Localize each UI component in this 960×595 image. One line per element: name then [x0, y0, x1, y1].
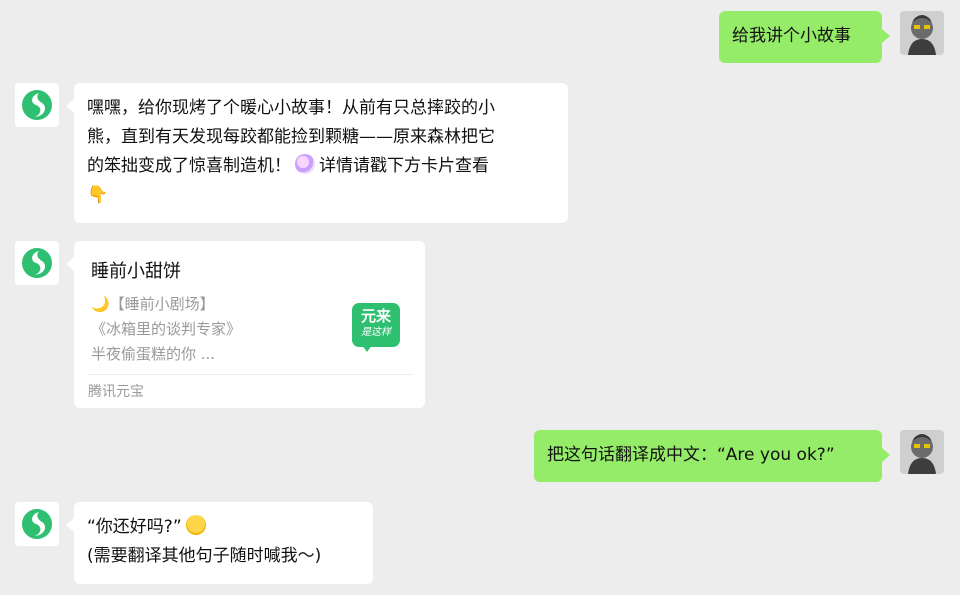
badge-line-1: 元来	[360, 307, 391, 325]
candy-icon	[295, 154, 315, 174]
bot-message-line: 嘿嘿，给你现烤了个暖心小故事！从前有只总摔跤的小	[87, 98, 495, 118]
user-bubble-tail	[882, 29, 890, 43]
user-message-bubble[interactable]: 把这句话翻译成中文：“Are you ok?”	[534, 430, 882, 482]
user-message-text: 把这句话翻译成中文：“Are you ok?”	[547, 445, 835, 465]
story-card[interactable]: 睡前小甜饼 🌙【睡前小剧场】 《冰箱里的谈判专家》 半夜偷蛋糕的你 ... 元来…	[74, 241, 425, 408]
bot-message-line: (需要翻译其他句子随时喊我～)	[87, 546, 322, 566]
card-line-1: 🌙【睡前小剧场】	[91, 295, 215, 313]
user-message-text: 给我讲个小故事	[732, 26, 851, 46]
bot-message-bubble[interactable]: “你还好吗?” (需要翻译其他句子随时喊我～)	[74, 502, 373, 584]
bot-message-line: 熊，直到有天发现每跤都能捡到颗糖——原来森林把它	[87, 127, 495, 147]
bot-message-line: 的笨拙变成了惊喜制造机！ 详情请戳下方卡片查看	[87, 152, 555, 181]
card-line-3: 半夜偷蛋糕的你 ...	[91, 345, 216, 363]
bot-message-line-text: 的笨拙变成了惊喜制造机！	[87, 156, 291, 176]
bot-avatar[interactable]	[15, 502, 59, 546]
card-line-2: 《冰箱里的谈判专家》	[91, 320, 242, 338]
user-bubble-tail	[882, 448, 890, 462]
user-avatar[interactable]	[900, 430, 944, 474]
card-divider	[88, 374, 413, 375]
yuanbao-logo-icon	[22, 509, 52, 539]
bot-message-bubble[interactable]: 嘿嘿，给你现烤了个暖心小故事！从前有只总摔跤的小 熊，直到有天发现每跤都能捡到颗…	[74, 83, 568, 223]
badge-tail	[362, 345, 372, 352]
badge-line-2: 是这样	[361, 327, 391, 338]
card-source: 腾讯元宝	[88, 384, 144, 400]
user-message-bubble[interactable]: 给我讲个小故事	[719, 11, 882, 63]
bot-message-line-text: “你还好吗?”	[87, 517, 182, 537]
user-photo-avatar	[900, 430, 944, 474]
pointing-down-icon: 👇	[87, 185, 109, 205]
bot-bubble-tail	[66, 518, 74, 532]
bot-message-line-text: 详情请戳下方卡片查看	[319, 156, 489, 176]
bot-message-line: 👇	[87, 181, 555, 210]
bot-avatar[interactable]	[15, 83, 59, 127]
yuanbao-logo-icon	[22, 248, 52, 278]
yuanbao-badge-icon: 元来 是这样	[352, 303, 400, 347]
smiling-face-icon	[185, 515, 206, 535]
user-avatar[interactable]	[900, 11, 944, 55]
card-title: 睡前小甜饼	[91, 261, 181, 282]
user-photo-avatar	[900, 11, 944, 55]
bot-avatar[interactable]	[15, 241, 59, 285]
bot-bubble-tail	[66, 99, 74, 113]
bot-card-tail	[66, 257, 74, 271]
bot-message-line: “你还好吗?”	[87, 513, 360, 542]
yuanbao-logo-icon	[22, 90, 52, 120]
